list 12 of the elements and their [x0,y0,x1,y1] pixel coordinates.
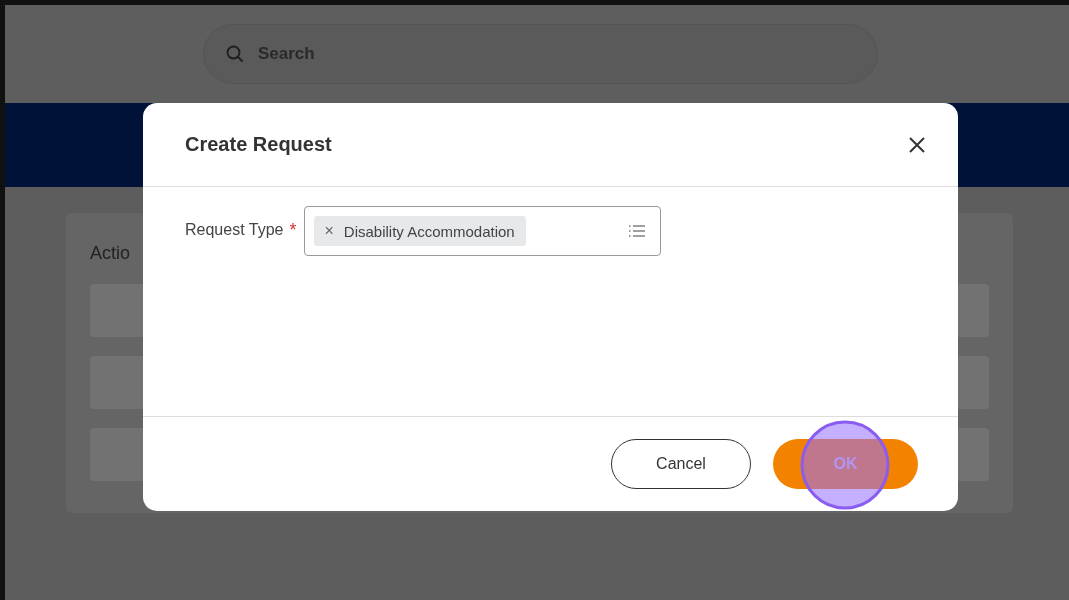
remove-chip-button[interactable]: × [324,222,334,240]
click-indicator-icon [800,420,890,510]
close-icon[interactable] [908,135,926,154]
cancel-button[interactable]: Cancel [611,439,751,489]
list-icon[interactable] [628,224,647,238]
chip-label: Disability Accommodation [343,222,515,240]
search-icon [226,45,244,63]
dialog-title: Create Request [185,133,332,156]
required-mark: * [289,220,297,241]
field-label: Request Type [185,221,284,239]
card-heading: Actio [90,243,132,264]
select-field[interactable]: × Disability Accommodation [304,206,662,256]
